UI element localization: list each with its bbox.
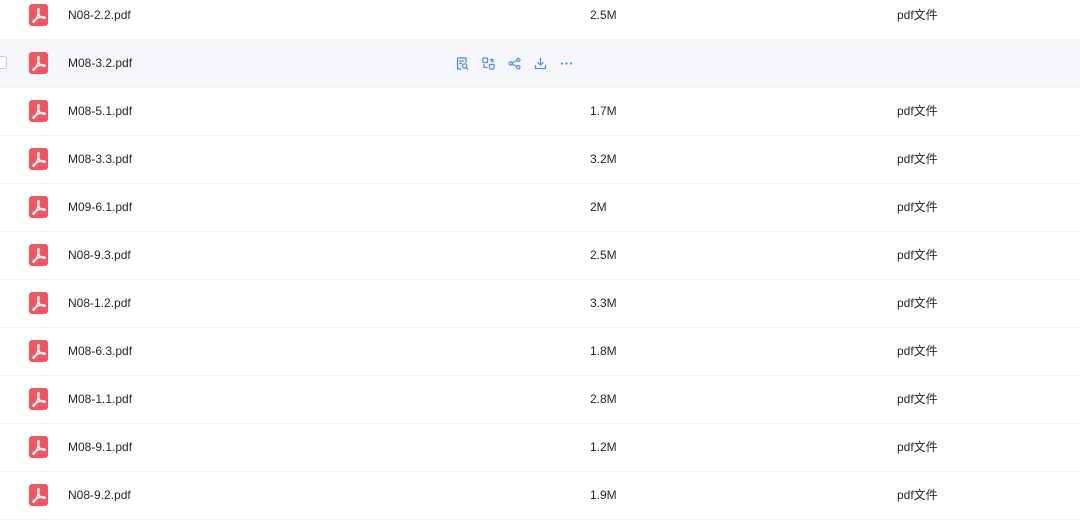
file-name[interactable]: N08-9.2.pdf (68, 487, 131, 503)
table-row[interactable]: M08-5.1.pdf 1.7M pdf文件 (0, 88, 1080, 136)
pdf-file-icon (29, 340, 48, 362)
preview-icon[interactable] (455, 56, 470, 71)
file-name[interactable]: N08-1.2.pdf (68, 295, 131, 311)
more-icon[interactable] (559, 56, 574, 71)
file-size: 2.5M (590, 248, 617, 262)
pdf-file-icon (29, 148, 48, 170)
table-row[interactable]: M08-1.1.pdf 2.8M pdf文件 (0, 376, 1080, 424)
file-type: pdf文件 (897, 8, 938, 22)
file-size: 1.2M (590, 440, 617, 454)
table-row[interactable]: N08-1.2.pdf 3.3M pdf文件 (0, 280, 1080, 328)
file-type: pdf文件 (897, 296, 938, 310)
file-name[interactable]: M08-9.1.pdf (68, 439, 132, 455)
file-name[interactable]: M08-3.2.pdf (68, 55, 132, 71)
file-size: 2M (590, 200, 607, 214)
download-icon[interactable] (533, 56, 548, 71)
file-type: pdf文件 (897, 344, 938, 358)
file-type: pdf文件 (897, 200, 938, 214)
row-checkbox[interactable] (0, 56, 7, 69)
file-name[interactable]: M08-6.3.pdf (68, 343, 132, 359)
file-name[interactable]: M08-3.3.pdf (68, 151, 132, 167)
pdf-file-icon (29, 196, 48, 218)
file-type: pdf文件 (897, 392, 938, 406)
file-size: 3.2M (590, 152, 617, 166)
file-name[interactable]: N08-9.3.pdf (68, 247, 131, 263)
pdf-file-icon (29, 436, 48, 458)
table-row[interactable]: M08-3.2.pdf (0, 40, 1080, 88)
pdf-file-icon (29, 4, 48, 26)
pdf-file-icon (29, 292, 48, 314)
table-row[interactable]: M08-9.1.pdf 1.2M pdf文件 (0, 424, 1080, 472)
file-type: pdf文件 (897, 104, 938, 118)
file-size: 1.9M (590, 488, 617, 502)
pdf-file-icon (29, 52, 48, 74)
table-row[interactable]: N08-2.2.pdf 2.5M pdf文件 (0, 0, 1080, 40)
table-row[interactable]: M08-6.3.pdf 1.8M pdf文件 (0, 328, 1080, 376)
pdf-file-icon (29, 484, 48, 506)
share-icon[interactable] (507, 56, 522, 71)
pdf-file-icon (29, 388, 48, 410)
file-type: pdf文件 (897, 152, 938, 166)
file-size: 1.8M (590, 344, 617, 358)
file-type: pdf文件 (897, 248, 938, 262)
table-row[interactable]: N08-9.2.pdf 1.9M pdf文件 (0, 472, 1080, 520)
pdf-file-icon (29, 100, 48, 122)
table-row[interactable]: M08-3.3.pdf 3.2M pdf文件 (0, 136, 1080, 184)
file-name[interactable]: N08-2.2.pdf (68, 7, 131, 23)
file-name[interactable]: M09-6.1.pdf (68, 199, 132, 215)
file-type: pdf文件 (897, 440, 938, 454)
file-size: 2.5M (590, 8, 617, 22)
row-actions (455, 54, 585, 72)
file-list: N08-2.2.pdf 2.5M pdf文件 M08-3.2.pdf M08-5… (0, 0, 1080, 520)
file-name[interactable]: M08-5.1.pdf (68, 103, 132, 119)
convert-icon[interactable] (481, 56, 496, 71)
file-size: 1.7M (590, 104, 617, 118)
pdf-file-icon (29, 244, 48, 266)
table-row[interactable]: N08-9.3.pdf 2.5M pdf文件 (0, 232, 1080, 280)
file-type: pdf文件 (897, 488, 938, 502)
file-name[interactable]: M08-1.1.pdf (68, 391, 132, 407)
file-size: 2.8M (590, 392, 617, 406)
table-row[interactable]: M09-6.1.pdf 2M pdf文件 (0, 184, 1080, 232)
file-size: 3.3M (590, 296, 617, 310)
